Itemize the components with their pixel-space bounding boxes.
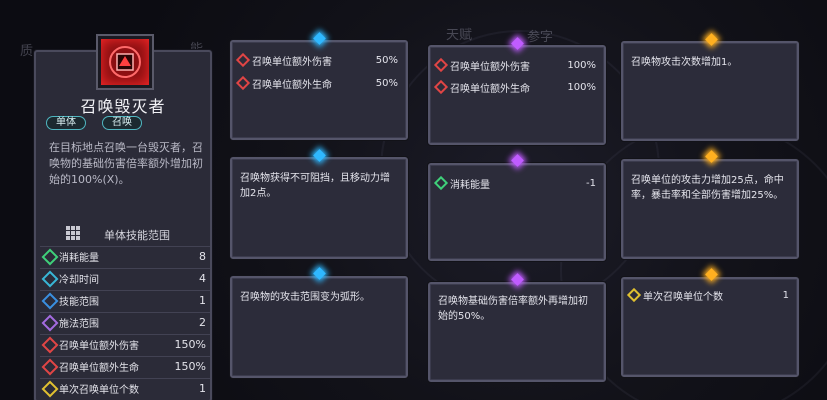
card-stat-value: 50% xyxy=(375,77,398,89)
skill-tag: 单体 xyxy=(46,116,86,130)
talent-card[interactable]: 召唤物攻击次数增加1。 xyxy=(621,41,799,141)
card-stat-row: 召唤单位额外生命 100% xyxy=(433,79,596,95)
card-description: 召唤物获得不可阻挡，且移动力增加2点。 xyxy=(240,173,390,199)
stat-label: 施法范围 xyxy=(59,319,99,330)
stat-row: 技能范围 1 xyxy=(40,290,210,310)
stat-label: 召唤单位额外生命 xyxy=(59,363,139,374)
skill-range-label: 单体技能范围 xyxy=(104,229,170,242)
summon-damage-icon xyxy=(433,57,449,73)
summon-damage-icon xyxy=(235,52,251,68)
summon-damage-icon xyxy=(41,336,59,353)
card-stat-value: 100% xyxy=(567,81,596,93)
summon-health-icon xyxy=(433,79,449,95)
stat-row: 单次召唤单位个数 1 xyxy=(40,378,210,398)
range-icon xyxy=(41,292,59,309)
stat-value: 1 xyxy=(199,294,206,307)
stat-value: 150% xyxy=(174,360,206,373)
stat-value: 1 xyxy=(199,382,206,395)
summon-count-icon xyxy=(626,287,642,303)
card-stat-row: 召唤单位额外伤害 100% xyxy=(433,57,596,73)
card-stat-label: 召唤单位额外伤害 xyxy=(450,61,530,73)
stat-label: 冷却时间 xyxy=(59,275,99,286)
talent-card[interactable]: 召唤单位的攻击力增加25点，命中率，暴击率和全部伤害增加25%。 xyxy=(621,159,799,259)
summon-health-icon xyxy=(235,75,251,91)
energy-icon xyxy=(433,175,449,191)
talent-card[interactable]: 召唤物的攻击范围变为弧形。 xyxy=(230,276,408,378)
card-description: 召唤物攻击次数增加1。 xyxy=(631,57,738,68)
card-stat-value: 50% xyxy=(375,54,398,66)
talent-card[interactable]: 召唤物基础伤害倍率额外再增加初始的50%。 xyxy=(428,282,606,382)
card-stat-label: 召唤单位额外伤害 xyxy=(252,56,332,68)
energy-icon xyxy=(41,248,59,265)
talent-card[interactable]: 消耗能量 -1 xyxy=(428,163,606,261)
stat-label: 召唤单位额外伤害 xyxy=(59,341,139,352)
stat-label: 技能范围 xyxy=(59,297,99,308)
card-stat-label: 单次召唤单位个数 xyxy=(643,291,723,303)
background-label: 天赋 xyxy=(446,28,473,43)
card-stat-value: 100% xyxy=(567,59,596,71)
skill-tag: 召唤 xyxy=(102,116,142,130)
stat-row: 召唤单位额外伤害 150% xyxy=(40,334,210,354)
card-stat-row: 消耗能量 -1 xyxy=(433,175,596,191)
stat-value: 2 xyxy=(199,316,206,329)
card-stat-row: 召唤单位额外生命 50% xyxy=(235,75,398,91)
card-stat-value: 1 xyxy=(782,289,789,301)
card-stat-label: 消耗能量 xyxy=(450,179,490,191)
stat-row: 冷却时间 4 xyxy=(40,268,210,288)
card-stat-label: 召唤单位额外生命 xyxy=(252,79,332,91)
stat-value: 4 xyxy=(199,272,206,285)
card-stat-row: 召唤单位额外伤害 50% xyxy=(235,52,398,68)
stat-label: 消耗能量 xyxy=(59,253,99,264)
card-stat-value: -1 xyxy=(586,177,596,189)
summon-count-icon xyxy=(41,380,59,397)
card-description: 召唤物的攻击范围变为弧形。 xyxy=(240,292,370,303)
skill-description: 在目标地点召唤一台毁灭者，召唤物的基础伤害倍率额外增加初始的100%(X)。 xyxy=(49,141,203,186)
card-stat-row: 单次召唤单位个数 1 xyxy=(626,287,789,303)
stat-row: 施法范围 2 xyxy=(40,312,210,332)
background-label: 质 xyxy=(20,44,34,59)
talent-card[interactable]: 单次召唤单位个数 1 xyxy=(621,277,799,377)
stat-label: 单次召唤单位个数 xyxy=(59,385,139,396)
stat-value: 150% xyxy=(174,338,206,351)
background-label: 参字 xyxy=(527,30,554,45)
card-description: 召唤单位的攻击力增加25点，命中率，暴击率和全部伤害增加25%。 xyxy=(631,175,784,201)
talent-card[interactable]: 召唤单位额外伤害 50% 召唤单位额外生命 50% xyxy=(230,40,408,140)
summon-destroyer-skill-icon xyxy=(96,34,154,90)
stat-value: 8 xyxy=(199,250,206,263)
card-description: 召唤物基础伤害倍率额外再增加初始的50%。 xyxy=(438,296,588,322)
skill-title: 召唤毁灭者 xyxy=(80,97,166,116)
summon-health-icon xyxy=(41,358,59,375)
cooldown-icon xyxy=(41,270,59,287)
stat-row: 召唤单位额外生命 150% xyxy=(40,356,210,376)
talent-card[interactable]: 召唤物获得不可阻挡，且移动力增加2点。 xyxy=(230,157,408,259)
range-grid-icon xyxy=(66,226,80,240)
cast-range-icon xyxy=(41,314,59,331)
talent-card[interactable]: 召唤单位额外伤害 100% 召唤单位额外生命 100% xyxy=(428,45,606,145)
stat-row: 消耗能量 8 xyxy=(40,246,210,266)
card-stat-label: 召唤单位额外生命 xyxy=(450,83,530,95)
